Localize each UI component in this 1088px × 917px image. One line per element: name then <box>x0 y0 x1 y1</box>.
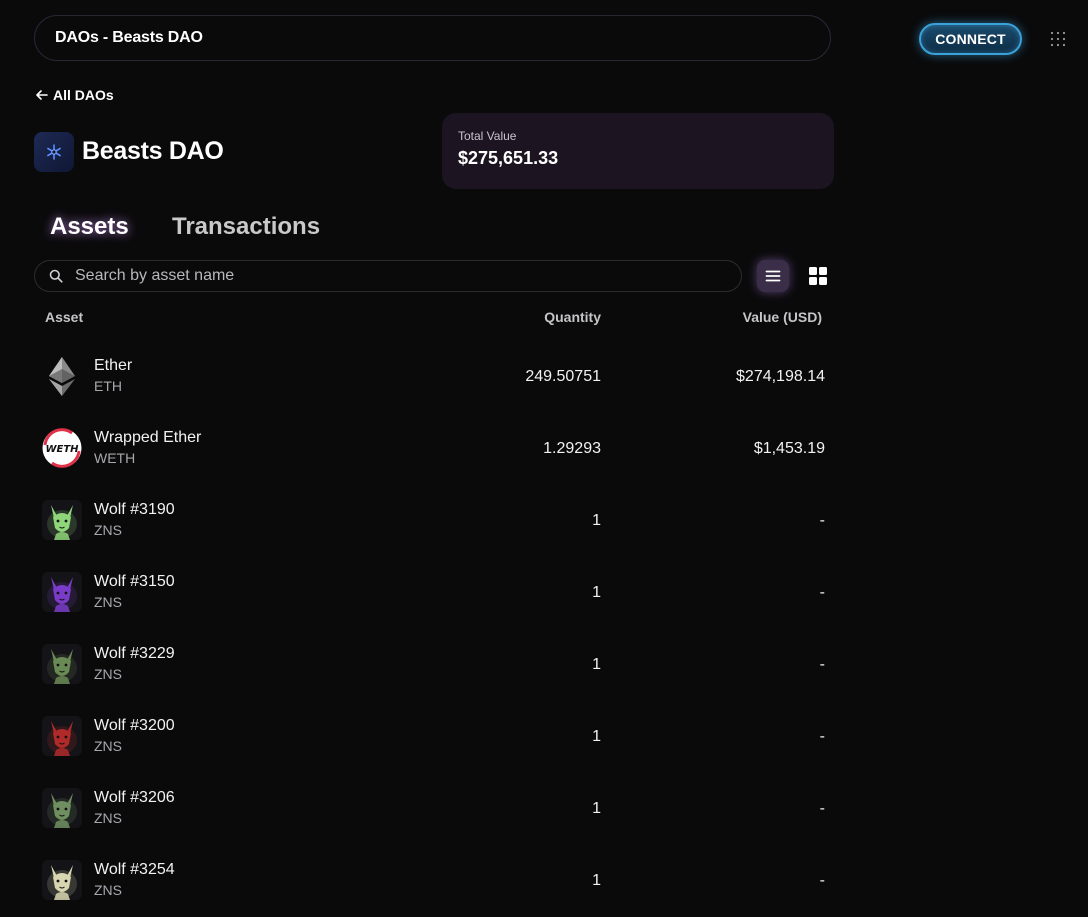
asset-name: Wrapped Ether <box>94 429 202 446</box>
asset-quantity: 1 <box>592 656 601 673</box>
asset-symbol: WETH <box>94 450 136 466</box>
tab-assets[interactable]: Assets <box>50 213 129 241</box>
wolf-nft-thumbnail <box>42 716 82 756</box>
page-title-bar: DAOs - Beasts DAO <box>34 15 831 61</box>
column-header-quantity: Quantity <box>544 309 601 325</box>
grid-icon <box>809 267 827 285</box>
asset-value: - <box>819 584 825 601</box>
asset-value: $1,453.19 <box>753 440 825 457</box>
table-row[interactable]: Wolf #3200 ZNS 1 - <box>0 701 1088 773</box>
back-link-label: All DAOs <box>53 87 114 103</box>
dao-avatar <box>34 132 74 172</box>
asset-value: - <box>819 728 825 745</box>
dao-name: Beasts DAO <box>82 137 224 165</box>
wolf-nft-thumbnail <box>42 644 82 684</box>
asset-name: Ether <box>94 357 133 374</box>
tab-transactions[interactable]: Transactions <box>172 213 320 241</box>
weth-icon-text: WETH <box>45 444 79 455</box>
asset-quantity: 1 <box>592 728 601 745</box>
asset-quantity: 1 <box>592 584 601 601</box>
table-row[interactable]: Wolf #3229 ZNS 1 - <box>0 629 1088 701</box>
column-header-asset: Asset <box>45 309 84 325</box>
asset-quantity: 249.50751 <box>525 368 601 385</box>
asset-quantity: 1.29293 <box>543 440 601 457</box>
table-row[interactable]: Wolf #3150 ZNS 1 - <box>0 557 1088 629</box>
asset-value: - <box>819 656 825 673</box>
list-view-toggle[interactable] <box>757 260 789 292</box>
table-row[interactable]: Wolf #3254 ZNS 1 - <box>0 845 1088 917</box>
asset-symbol: ZNS <box>94 810 122 826</box>
table-row[interactable]: WETH Wrapped Ether WETH 1.29293 $1,453.1… <box>0 413 1088 485</box>
asset-value: - <box>819 800 825 817</box>
total-value-card: Total Value $275,651.33 <box>442 113 834 189</box>
total-value-amount: $275,651.33 <box>458 148 559 168</box>
asset-symbol: ZNS <box>94 594 122 610</box>
grid-view-toggle[interactable] <box>802 260 834 292</box>
asset-quantity: 1 <box>592 800 601 817</box>
asset-name: Wolf #3150 <box>94 573 175 590</box>
table-row[interactable]: Wolf #3206 ZNS 1 - <box>0 773 1088 845</box>
asset-symbol: ZNS <box>94 666 122 682</box>
asset-quantity: 1 <box>592 872 601 889</box>
column-header-value: Value (USD) <box>742 309 822 325</box>
table-row[interactable]: Wolf #3190 ZNS 1 - <box>0 485 1088 557</box>
wolf-nft-thumbnail <box>42 860 82 900</box>
wolf-nft-thumbnail <box>42 500 82 540</box>
asset-quantity: 1 <box>592 512 601 529</box>
asset-name: Wolf #3200 <box>94 717 175 734</box>
asset-name: Wolf #3190 <box>94 501 175 518</box>
connect-button[interactable]: CONNECT <box>919 23 1022 55</box>
asset-name: Wolf #3206 <box>94 789 175 806</box>
list-icon <box>765 270 781 282</box>
asset-symbol: ETH <box>94 378 122 394</box>
page-title: DAOs - Beasts DAO <box>55 29 203 46</box>
wolf-nft-thumbnail <box>42 788 82 828</box>
arrow-left-icon <box>36 90 48 100</box>
asset-symbol: ZNS <box>94 738 122 754</box>
total-value-label: Total Value <box>458 129 517 143</box>
weth-icon: WETH <box>42 428 82 468</box>
snowflake-icon <box>47 144 61 160</box>
apps-grid-icon[interactable] <box>1050 31 1066 47</box>
eth-icon <box>42 356 82 396</box>
asset-name: Wolf #3254 <box>94 861 175 878</box>
back-to-all-daos-link[interactable]: All DAOs <box>35 87 114 103</box>
connect-button-label: CONNECT <box>935 31 1006 47</box>
search-icon <box>49 269 63 283</box>
search-box[interactable] <box>34 260 742 292</box>
asset-value: - <box>819 872 825 889</box>
search-input[interactable] <box>73 266 717 286</box>
asset-name: Wolf #3229 <box>94 645 175 662</box>
table-row[interactable]: Ether ETH 249.50751 $274,198.14 <box>0 341 1088 413</box>
asset-value: - <box>819 512 825 529</box>
asset-symbol: ZNS <box>94 882 122 898</box>
asset-symbol: ZNS <box>94 522 122 538</box>
asset-value: $274,198.14 <box>736 368 825 385</box>
wolf-nft-thumbnail <box>42 572 82 612</box>
